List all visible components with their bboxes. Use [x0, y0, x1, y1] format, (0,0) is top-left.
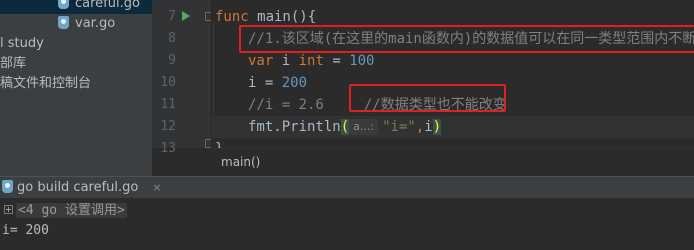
code-text: i — [273, 53, 299, 69]
run-gutter-icon[interactable] — [182, 11, 190, 21]
highlight-box-line8 — [239, 25, 694, 53]
line-number: 10 — [160, 75, 176, 90]
tree-item-label: careful.go — [75, 0, 140, 11]
tree-item-scratches-and-consoles[interactable]: 稿文件和控制台 — [0, 74, 91, 94]
console-output-line: i= 200 — [2, 223, 49, 238]
tree-item-external-libraries[interactable]: 部库 — [0, 54, 26, 74]
breadcrumb-bar: main() — [211, 148, 694, 176]
line-number: 13 — [160, 141, 176, 156]
highlight-box-line11 — [349, 84, 506, 112]
go-file-icon — [58, 16, 69, 29]
run-console[interactable]: <4 go 设置调用> i= 200 — [0, 198, 694, 250]
code-text: } — [215, 141, 223, 148]
tree-item-label: 部库 — [0, 56, 27, 71]
code-text: main(){ — [248, 9, 317, 25]
tree-item-label: l study — [0, 36, 44, 51]
code-line-13: } — [211, 138, 694, 148]
line-number: 11 — [160, 97, 176, 112]
run-tab[interactable]: go build careful.go × — [0, 177, 162, 199]
tree-item-var-go[interactable]: var.go — [58, 14, 115, 34]
breadcrumb[interactable]: main() — [221, 153, 260, 171]
keyword-token: int — [298, 53, 324, 69]
expand-icon[interactable] — [4, 205, 13, 214]
tree-item-label: 稿文件和控制台 — [0, 76, 92, 91]
paren-token: ( — [340, 119, 350, 135]
code-line-9: var i int = 100 — [211, 50, 694, 72]
line-number: 7 — [168, 9, 176, 24]
string-token: "i=" — [382, 119, 416, 135]
collapsed-command-text: <4 go 设置调用> — [16, 203, 127, 218]
number-token: 200 — [281, 75, 308, 91]
keyword-token: func — [215, 9, 249, 25]
code-text: = — [323, 53, 350, 69]
tree-item-label: var.go — [75, 16, 116, 31]
go-file-icon — [2, 180, 13, 193]
paren-token: ) — [432, 119, 442, 135]
editor-gutter: 7 8 9 10 11 12 13 — [152, 0, 214, 156]
tree-item-study[interactable]: l study — [0, 34, 44, 54]
number-token: 100 — [349, 53, 375, 69]
line-number: 8 — [168, 31, 176, 46]
comment-token: //i = 2.6 — [248, 97, 324, 113]
parameter-hint: a...: — [349, 119, 379, 135]
run-tab-label: go build careful.go — [17, 180, 139, 195]
go-file-icon — [58, 0, 69, 9]
code-editor[interactable]: func main(){ //1.该区域(在这里的main函数内)的数据值可以在… — [211, 0, 694, 148]
project-tree-pane: careful.go var.go l study 部库 稿文件和控制台 — [0, 0, 152, 176]
console-collapsed-line[interactable]: <4 go 设置调用> — [0, 200, 127, 222]
run-tool-window-header: go build careful.go × — [0, 176, 694, 198]
code-text: i = — [248, 75, 282, 91]
tree-item-careful-go[interactable]: careful.go — [0, 0, 152, 14]
code-text: fmt.Println — [248, 119, 341, 135]
keyword-token: var — [248, 53, 274, 69]
line-number: 12 — [160, 119, 176, 134]
code-text: i — [424, 119, 433, 135]
comma-token: , — [415, 119, 425, 135]
code-line-12: fmt.Println(a...: "i=",i) — [211, 116, 694, 138]
line-number: 9 — [168, 53, 176, 68]
close-icon[interactable]: × — [152, 181, 161, 194]
